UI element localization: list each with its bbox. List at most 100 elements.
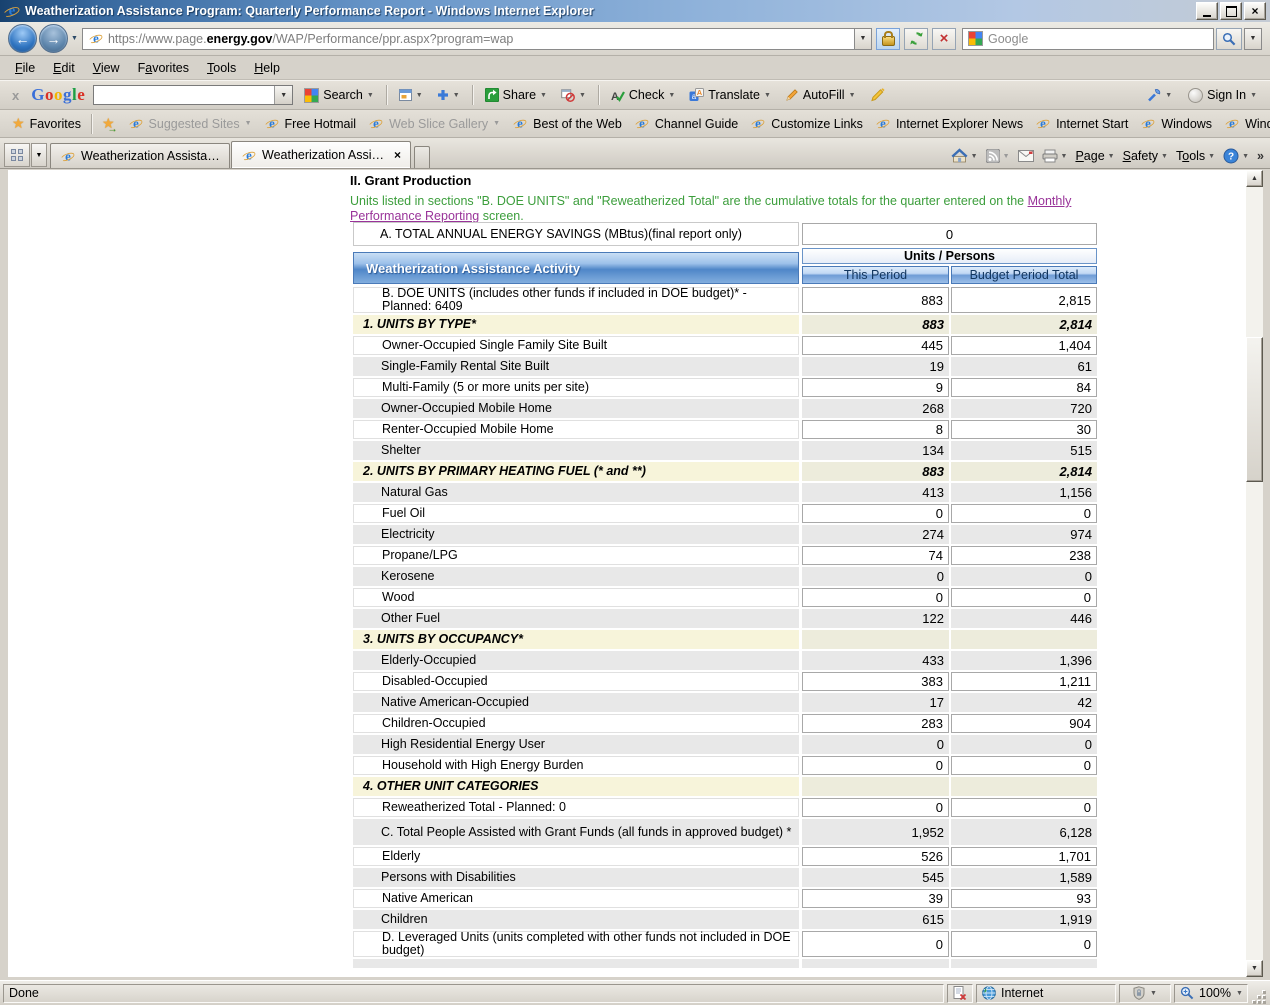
read-mail-button[interactable] (1018, 150, 1034, 162)
value-budget-period-total[interactable]: 1,211 (951, 672, 1097, 691)
search-go-button[interactable] (1216, 28, 1242, 50)
favorites-button[interactable]: ★ Favorites (6, 112, 87, 135)
favorites-link[interactable]: eWindows Media (1218, 113, 1270, 134)
tab-list-dropdown[interactable]: ▼ (31, 143, 47, 167)
favorites-link[interactable]: eInternet Start (1029, 113, 1134, 134)
safety-menu[interactable]: Safety ▼ (1123, 149, 1168, 163)
value-this-period[interactable]: 0 (802, 588, 949, 607)
scrollbar-thumb[interactable] (1246, 337, 1263, 482)
value-budget-period-total[interactable]: 0 (951, 931, 1097, 957)
menu-favorites[interactable]: Favorites (129, 58, 198, 78)
check-button[interactable]: A Check ▼ (606, 85, 680, 105)
value-this-period[interactable]: 283 (802, 714, 949, 733)
minimize-icon (1203, 15, 1211, 17)
scroll-down-button[interactable]: ▼ (1246, 960, 1263, 977)
favorites-link[interactable]: eWeb Slice Gallery▼ (362, 113, 506, 134)
value-this-period[interactable]: 8 (802, 420, 949, 439)
value-budget-period-total[interactable]: 2,815 (951, 287, 1097, 313)
highlighter-button[interactable] (865, 85, 891, 105)
favorites-link[interactable]: eSuggested Sites▼ (122, 113, 258, 134)
feeds-button[interactable]: ▼ (986, 149, 1010, 163)
popup-blocker-button[interactable]: ▼ (556, 85, 591, 105)
value-this-period[interactable]: 74 (802, 546, 949, 565)
recent-pages-dropdown-icon[interactable]: ▼ (71, 35, 78, 42)
value-budget-period-total[interactable]: 1,701 (951, 847, 1097, 866)
google-search-dropdown-icon[interactable]: ▼ (274, 86, 292, 104)
value-this-period[interactable]: 9 (802, 378, 949, 397)
menu-help[interactable]: Help (245, 58, 289, 78)
add-to-favorites-button[interactable]: ★ (96, 112, 121, 135)
close-button[interactable]: × (1244, 2, 1266, 20)
help-button[interactable]: ? ▼ (1223, 148, 1249, 164)
forward-button[interactable]: → (39, 24, 68, 53)
value-budget-period-total[interactable]: 0 (951, 504, 1097, 523)
value-budget-period-total[interactable]: 93 (951, 889, 1097, 908)
vertical-scrollbar[interactable]: ▲ ▼ (1246, 170, 1263, 977)
toolbar-close-icon[interactable]: x (8, 88, 23, 103)
resize-grip[interactable] (1251, 989, 1267, 1005)
value-budget-period-total[interactable]: 0 (951, 756, 1097, 775)
scroll-up-button[interactable]: ▲ (1246, 170, 1263, 187)
search-box[interactable]: Google (962, 28, 1214, 50)
value-this-period[interactable]: 383 (802, 672, 949, 691)
value-budget-period-total[interactable]: 0 (951, 588, 1097, 607)
share-button[interactable]: Share ▼ (480, 85, 552, 105)
tab-inactive[interactable]: eWeatherization Assistance P... (50, 143, 230, 168)
close-tab-icon[interactable]: × (394, 148, 401, 162)
maximize-button[interactable] (1220, 2, 1242, 20)
quick-tabs-button[interactable] (4, 143, 30, 167)
value-this-period[interactable]: 0 (802, 931, 949, 957)
sign-in-button[interactable]: Sign In ▼ (1183, 85, 1262, 106)
url-dropdown-button[interactable]: ▼ (854, 28, 872, 50)
value-this-period[interactable]: 883 (802, 287, 949, 313)
menu-bar: FileEditViewFavoritesToolsHelp (0, 56, 1270, 80)
protected-mode-button[interactable]: ▼ (1119, 984, 1171, 1003)
value-this-period[interactable]: 39 (802, 889, 949, 908)
tab-active[interactable]: eWeatherization Assistanc...× (231, 141, 411, 168)
value-this-period[interactable]: 0 (802, 798, 949, 817)
favorites-link[interactable]: eBest of the Web (506, 113, 628, 134)
favorites-link[interactable]: eChannel Guide (628, 113, 744, 134)
menu-edit[interactable]: Edit (44, 58, 84, 78)
print-button[interactable]: ▼ (1042, 149, 1068, 163)
value-budget-period-total[interactable]: 84 (951, 378, 1097, 397)
menu-view[interactable]: View (84, 58, 129, 78)
stop-button[interactable]: × (932, 28, 956, 50)
new-tab-stub[interactable] (414, 146, 430, 168)
value-this-period[interactable]: 0 (802, 504, 949, 523)
zoom-control[interactable]: 100% ▼ (1174, 984, 1248, 1003)
home-button[interactable]: ▼ (951, 148, 978, 164)
value-budget-period-total[interactable]: 904 (951, 714, 1097, 733)
value-this-period[interactable]: 0 (802, 756, 949, 775)
favorites-link[interactable]: eFree Hotmail (258, 113, 363, 134)
favorites-link[interactable]: eInternet Explorer News (869, 113, 1029, 134)
row-label: Elderly-Occupied (353, 651, 799, 670)
toolbar-overflow-icon[interactable]: » (1257, 149, 1264, 163)
translate-button[interactable]: aA Translate ▼ (684, 85, 776, 105)
menu-tools[interactable]: Tools (198, 58, 245, 78)
value-budget-period-total[interactable]: 1,404 (951, 336, 1097, 355)
value-this-period[interactable]: 526 (802, 847, 949, 866)
google-search-button[interactable]: Search ▼ (299, 85, 379, 106)
favorites-link[interactable]: eCustomize Links (744, 113, 869, 134)
toolbar-settings-button[interactable]: ▼ (1142, 85, 1177, 105)
page-menu[interactable]: Page ▼ (1075, 149, 1114, 163)
favorites-link[interactable]: eWindows (1134, 113, 1218, 134)
url-field[interactable]: e https://www.page.energy.gov/WAP/Perfor… (82, 28, 854, 50)
minimize-button[interactable] (1196, 2, 1218, 20)
value-budget-period-total[interactable]: 30 (951, 420, 1097, 439)
back-button[interactable]: ← (8, 24, 37, 53)
value-budget-period-total[interactable]: 238 (951, 546, 1097, 565)
autofill-button[interactable]: AutoFill ▼ (780, 85, 861, 105)
value-budget-period-total[interactable]: 0 (951, 798, 1097, 817)
energy-savings-input[interactable]: 0 (802, 223, 1097, 245)
menu-file[interactable]: File (6, 58, 44, 78)
google-search-input[interactable]: ▼ (93, 85, 293, 105)
security-lock-button[interactable] (876, 28, 900, 50)
tools-menu[interactable]: Tools ▼ (1176, 149, 1215, 163)
bookmarks-button[interactable]: ▼ (394, 86, 428, 104)
search-options-dropdown[interactable]: ▼ (1244, 28, 1262, 50)
value-this-period[interactable]: 445 (802, 336, 949, 355)
refresh-button[interactable] (904, 28, 928, 50)
add-button[interactable]: ▼ (432, 86, 465, 104)
